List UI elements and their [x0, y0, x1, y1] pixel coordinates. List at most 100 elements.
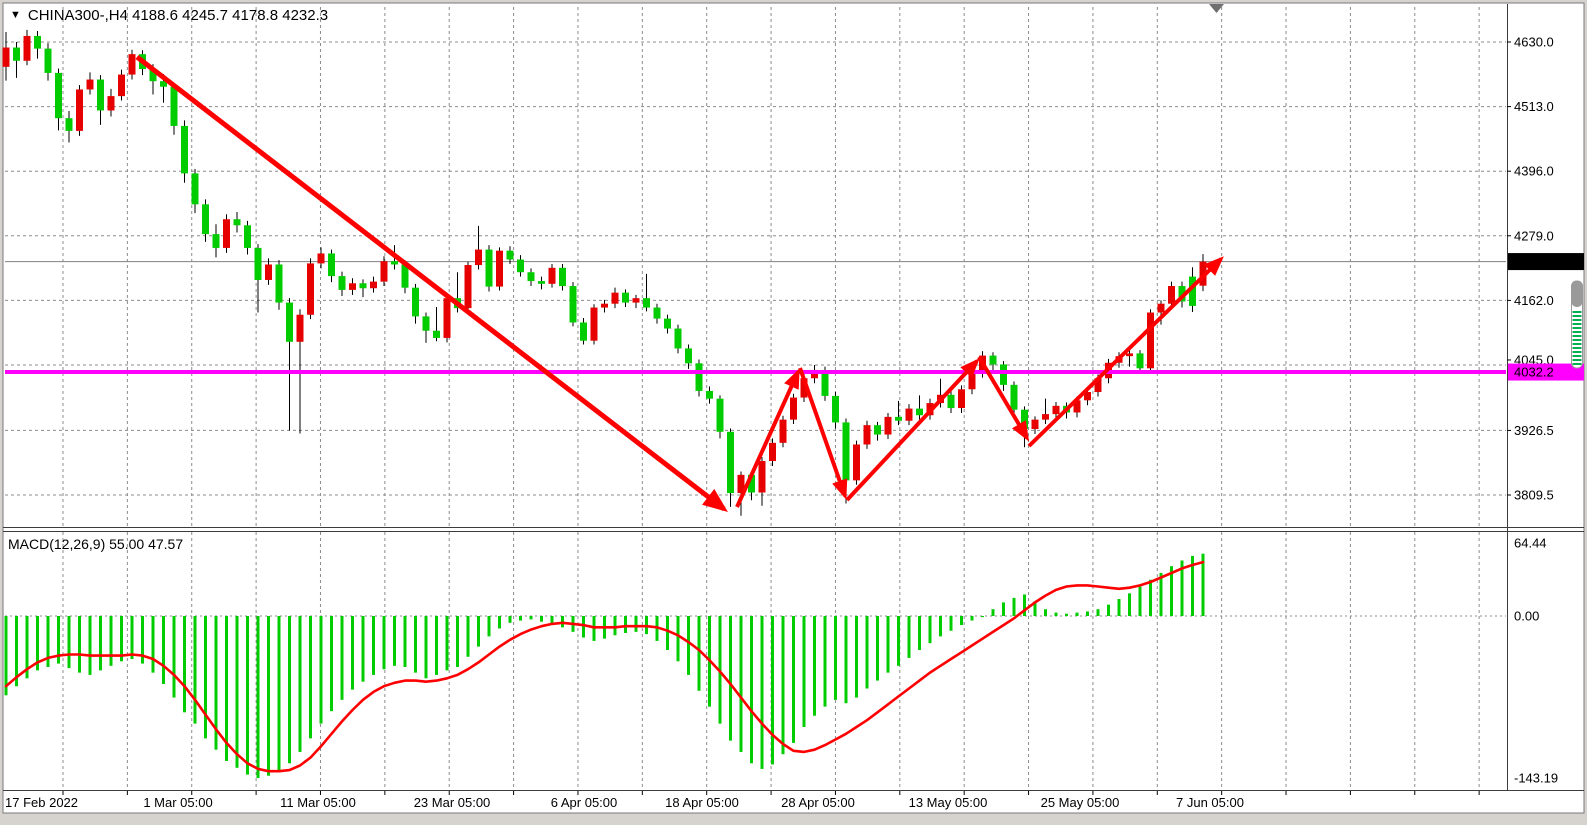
macd-bar — [267, 616, 270, 776]
macd-bar — [845, 616, 848, 703]
time-axis-label: 25 May 05:00 — [1041, 795, 1120, 810]
macd-bar — [446, 616, 449, 670]
time-axis-label: 23 Mar 05:00 — [414, 795, 491, 810]
candle-body — [45, 49, 52, 73]
candle-body — [601, 304, 608, 308]
candle-body — [717, 399, 724, 432]
macd-bar — [89, 616, 92, 675]
price-axis-label: 4279.0 — [1514, 228, 1554, 243]
macd-axis-label: 64.44 — [1514, 536, 1547, 551]
candle-body — [958, 389, 965, 408]
candle-body — [843, 422, 850, 480]
macd-bar — [761, 616, 764, 769]
macd-bar — [918, 616, 921, 650]
macd-bar — [750, 616, 753, 763]
axis-slider[interactable] — [1572, 281, 1583, 368]
candle-body — [66, 118, 73, 131]
candle-body — [318, 253, 325, 263]
axis-slider-thumb[interactable] — [1572, 281, 1583, 307]
macd-bar — [299, 616, 302, 752]
macd-bar — [78, 616, 81, 673]
macd-bar — [414, 616, 417, 673]
candle-body — [895, 417, 902, 421]
candle-body — [906, 409, 913, 421]
macd-bar — [152, 616, 155, 673]
price-tag-label: 4032.2 — [1514, 365, 1554, 380]
macd-bar — [624, 616, 627, 633]
time-axis-label: 28 Apr 05:00 — [781, 795, 855, 810]
candle-body — [1032, 420, 1039, 429]
macd-bar — [330, 616, 333, 711]
macd-bar — [341, 616, 344, 700]
macd-bar — [687, 616, 690, 675]
candle-body — [1126, 353, 1133, 356]
candle-body — [339, 276, 346, 290]
macd-bar — [372, 616, 375, 675]
macd-bar — [792, 616, 795, 743]
macd-bar — [540, 616, 543, 622]
candle-body — [990, 356, 997, 365]
candle-body — [696, 363, 703, 391]
candle-body — [265, 264, 272, 279]
macd-bar — [740, 616, 743, 752]
macd-bar — [614, 616, 617, 635]
triangle-down-icon[interactable]: ▼ — [10, 10, 21, 21]
candle-body — [213, 234, 220, 248]
price-axis-label: 4630.0 — [1514, 35, 1554, 50]
macd-bar — [1044, 609, 1047, 616]
macd-bar — [666, 616, 669, 650]
candle-body — [349, 283, 356, 290]
candle-body — [1000, 364, 1007, 384]
candle-body — [874, 425, 881, 434]
time-axis-label: 11 Mar 05:00 — [280, 795, 356, 810]
macd-bar — [1086, 611, 1089, 616]
price-tag-label: 4232.3 — [1514, 254, 1554, 269]
macd-bar — [320, 616, 323, 724]
candle-body — [654, 308, 661, 319]
candle-body — [727, 432, 734, 493]
macd-bar — [813, 616, 816, 716]
macd-bar — [435, 616, 438, 675]
candle-body — [76, 89, 83, 130]
macd-bar — [929, 616, 932, 643]
macd-bar — [582, 616, 585, 638]
macd-bar — [698, 616, 701, 691]
time-axis-label: 6 Apr 05:00 — [551, 795, 618, 810]
candle-body — [916, 409, 923, 416]
candle-body — [13, 48, 20, 61]
candle-body — [1042, 414, 1049, 420]
candle-body — [297, 315, 304, 342]
candle-body — [391, 261, 398, 264]
candle-body — [612, 293, 619, 304]
candle-body — [234, 219, 241, 225]
candle-body — [202, 204, 209, 234]
macd-bar — [1107, 605, 1110, 616]
macd-bar — [68, 616, 71, 668]
candle-body — [1158, 304, 1165, 313]
candle-body — [276, 264, 283, 302]
macd-bar — [897, 616, 900, 666]
macd-axis-label: 0.00 — [1514, 609, 1539, 624]
macd-bar — [225, 616, 228, 761]
candle-body — [129, 54, 136, 74]
candle-body — [759, 461, 766, 492]
macd-bar — [677, 616, 680, 661]
macd-bar — [782, 616, 785, 754]
price-axis-label: 4396.0 — [1514, 164, 1554, 179]
macd-bar — [162, 616, 165, 684]
price-axis-label: 3926.5 — [1514, 423, 1554, 438]
macd-bar — [131, 616, 134, 659]
macd-bar — [519, 616, 522, 621]
macd-bar — [110, 616, 113, 666]
candle-body — [664, 319, 671, 329]
candle-body — [706, 391, 713, 399]
macd-bar — [1118, 599, 1121, 616]
macd-bar — [1160, 573, 1163, 616]
macd-bar — [278, 616, 281, 772]
candle-body — [223, 219, 230, 248]
candle-body — [55, 73, 62, 118]
macd-bar — [1128, 593, 1131, 616]
price-axis-label: 3809.5 — [1514, 488, 1554, 503]
candle-body — [433, 331, 440, 338]
macd-bar — [236, 616, 239, 768]
